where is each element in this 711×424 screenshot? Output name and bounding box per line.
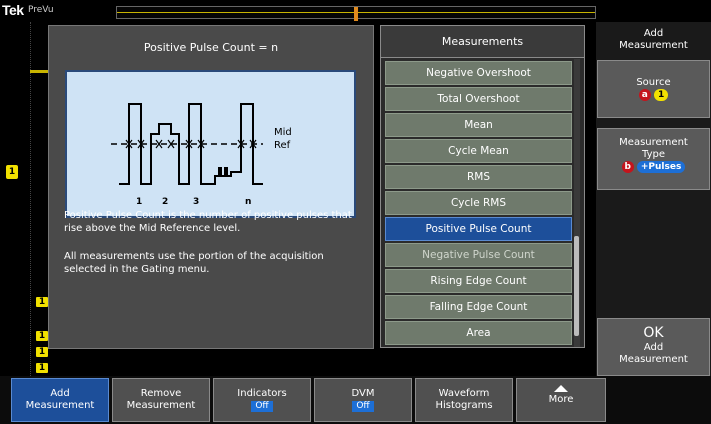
measurement-help-panel: Positive Pulse Count = n Mid Ref 1 2 3 n… <box>48 25 374 349</box>
measurement-item-cycle-rms[interactable]: Cycle RMS <box>385 191 572 215</box>
measurement-item-falling-edge-count[interactable]: Falling Edge Count <box>385 295 572 319</box>
channel-1-ground-marker[interactable]: 1 <box>6 165 18 179</box>
measurement-item-area[interactable]: Area <box>385 321 572 345</box>
remove-line2: Measurement <box>126 400 196 411</box>
pulse-label-3: 3 <box>193 197 199 207</box>
side-menu-title: Add Measurement <box>597 22 710 58</box>
side-menu: Add Measurement Source a 1 Measurement T… <box>596 22 711 376</box>
measurement-type-value: +Pulses <box>636 161 686 173</box>
type-label-line2: Type <box>642 149 665 160</box>
histograms-line2: Histograms <box>435 400 493 411</box>
bottom-menu: Add Measurement Remove Measurement Indic… <box>0 376 711 424</box>
indicators-value: Off <box>251 401 273 412</box>
source-button[interactable]: Source a 1 <box>597 60 710 118</box>
more-button[interactable]: More <box>516 378 606 422</box>
help-description: Positive Pulse Count is the number of po… <box>64 210 352 234</box>
waveform-marker[interactable]: 1 <box>35 296 49 308</box>
dvm-value: Off <box>352 401 374 412</box>
remove-line1: Remove <box>140 388 182 399</box>
source-label: Source <box>636 77 671 88</box>
help-title: Positive Pulse Count = n <box>143 41 279 54</box>
measurements-list-panel: Measurements Negative Overshoot Total Ov… <box>380 25 585 348</box>
measurements-header: Measurements <box>381 26 584 58</box>
measurement-item-negative-pulse-count[interactable]: Negative Pulse Count <box>385 243 572 267</box>
dvm-label: DVM <box>351 388 375 399</box>
help-gating-note: All measurements use the portion of the … <box>64 251 324 275</box>
add-line2: Measurement <box>25 400 95 411</box>
mid-label: Mid <box>274 127 292 138</box>
measurement-item-rms[interactable]: RMS <box>385 165 572 189</box>
pulse-label-2: 2 <box>162 197 168 207</box>
source-channel-value: 1 <box>653 89 669 101</box>
add-line1: Add <box>50 388 70 399</box>
chevron-up-icon <box>554 385 568 392</box>
ref-label: Ref <box>274 140 291 151</box>
indicators-label: Indicators <box>237 388 287 399</box>
measurement-item-cycle-mean[interactable]: Cycle Mean <box>385 139 572 163</box>
pulse-label-1: 1 <box>136 197 142 207</box>
pulse-label-n: n <box>245 197 251 207</box>
positive-pulse-count-diagram: Mid Ref 1 2 3 n <box>65 70 356 218</box>
measurement-item-mean[interactable]: Mean <box>385 113 572 137</box>
ok-label: OK <box>643 325 664 341</box>
multipurpose-knob-b-badge: b <box>621 161 634 173</box>
ok-sub-line2: Measurement <box>619 354 688 365</box>
pulse-diagram-svg: Mid Ref 1 2 3 n <box>111 103 292 207</box>
measurement-item-total-overshoot[interactable]: Total Overshoot <box>385 87 572 111</box>
tek-logo: Tek <box>2 2 24 18</box>
prevu-label: PreVu <box>28 5 54 15</box>
multipurpose-knob-a-badge: a <box>638 89 651 101</box>
indicators-button[interactable]: Indicators Off <box>213 378 311 422</box>
measurement-item-positive-pulse-count[interactable]: Positive Pulse Count <box>385 217 572 241</box>
remove-measurement-button[interactable]: Remove Measurement <box>112 378 210 422</box>
waveform-marker[interactable]: 1 <box>35 346 49 358</box>
waveform-histograms-button[interactable]: Waveform Histograms <box>415 378 513 422</box>
dvm-button[interactable]: DVM Off <box>314 378 412 422</box>
measurement-item-rising-edge-count[interactable]: Rising Edge Count <box>385 269 572 293</box>
ok-add-measurement-button[interactable]: OK Add Measurement <box>597 318 710 376</box>
type-label-line1: Measurement <box>619 137 688 148</box>
waveform-marker[interactable]: 1 <box>35 330 49 342</box>
side-title-line2: Measurement <box>619 40 688 51</box>
measurement-item-negative-overshoot[interactable]: Negative Overshoot <box>385 61 572 85</box>
trigger-position-icon[interactable] <box>354 7 358 21</box>
waveform-marker[interactable]: 1 <box>35 362 49 374</box>
histograms-line1: Waveform <box>438 388 490 399</box>
measurements-scrollbar-thumb[interactable] <box>574 236 579 336</box>
add-measurement-button[interactable]: Add Measurement <box>11 378 109 422</box>
side-title-line1: Add <box>643 28 664 39</box>
ok-sub-line1: Add <box>643 342 664 353</box>
measurement-type-button[interactable]: Measurement Type b +Pulses <box>597 128 710 190</box>
more-label: More <box>548 394 574 405</box>
